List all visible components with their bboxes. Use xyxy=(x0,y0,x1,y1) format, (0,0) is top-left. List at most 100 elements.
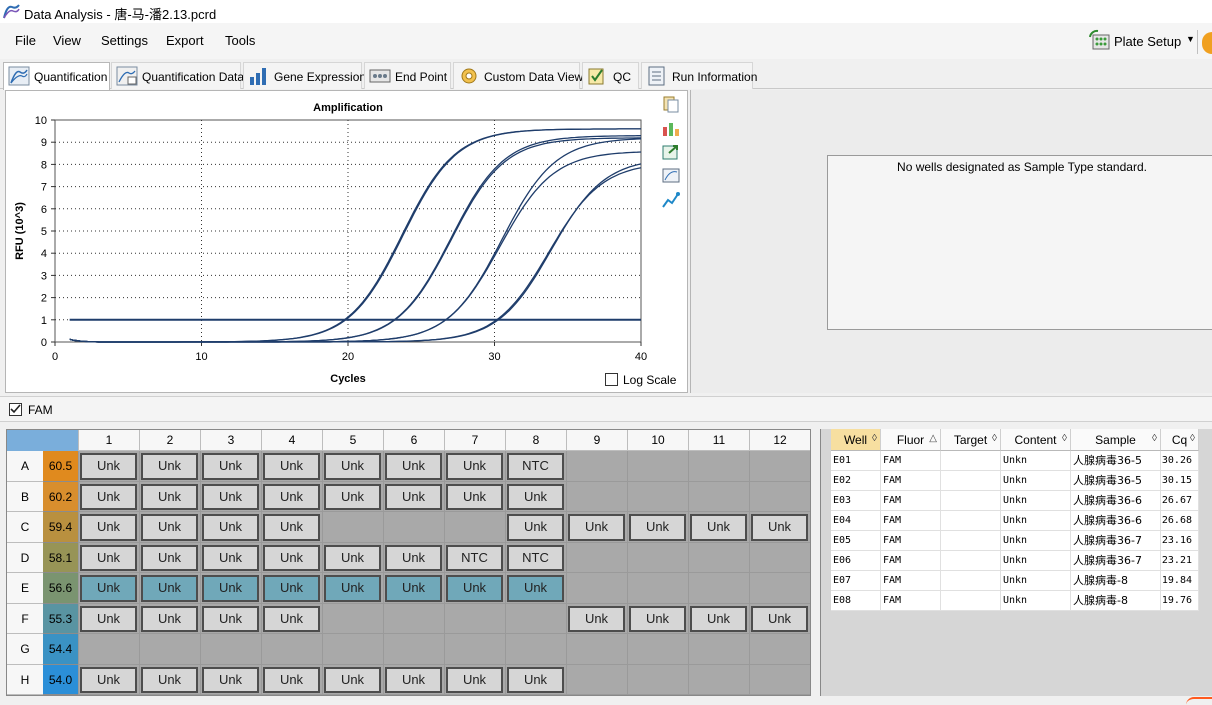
well-slot[interactable] xyxy=(627,634,688,665)
cell-target[interactable] xyxy=(941,551,1001,571)
export-icon[interactable] xyxy=(661,143,681,161)
well-slot[interactable] xyxy=(688,664,749,695)
cell-cq[interactable]: 30.15 xyxy=(1161,471,1199,491)
column-header-sample[interactable]: Sample ◊ xyxy=(1071,429,1161,451)
well-slot[interactable] xyxy=(627,481,688,512)
well-e4[interactable]: Unk xyxy=(263,575,320,602)
well-slot[interactable] xyxy=(383,512,444,543)
menu-view[interactable]: View xyxy=(53,33,81,48)
row-header-f[interactable]: F xyxy=(7,603,43,634)
column-header-6[interactable]: 6 xyxy=(383,430,444,451)
cell-target[interactable] xyxy=(941,531,1001,551)
row-header-d[interactable]: D xyxy=(7,542,43,573)
menu-settings[interactable]: Settings xyxy=(101,33,148,48)
column-header-7[interactable]: 7 xyxy=(444,430,505,451)
well-c2[interactable]: Unk xyxy=(141,514,198,541)
well-slot[interactable] xyxy=(749,451,810,482)
column-header-well[interactable]: Well ◊ xyxy=(831,429,881,451)
well-h4[interactable]: Unk xyxy=(263,666,320,693)
cell-content[interactable]: Unkn xyxy=(1001,451,1071,471)
row-header-g[interactable]: G xyxy=(7,634,43,665)
well-d2[interactable]: Unk xyxy=(141,544,198,571)
column-header-content[interactable]: Content ◊ xyxy=(1001,429,1071,451)
cell-content[interactable]: Unkn xyxy=(1001,471,1071,491)
well-slot[interactable] xyxy=(505,603,566,634)
well-e3[interactable]: Unk xyxy=(202,575,259,602)
row-header-c[interactable]: C xyxy=(7,512,43,543)
well-c4[interactable]: Unk xyxy=(263,514,320,541)
well-slot[interactable] xyxy=(688,451,749,482)
cell-sample[interactable]: 人腺病毒36-7 xyxy=(1071,551,1161,571)
chart-settings-icon[interactable] xyxy=(661,119,681,137)
copy-icon[interactable] xyxy=(661,95,681,113)
row-header-b[interactable]: B xyxy=(7,481,43,512)
well-b3[interactable]: Unk xyxy=(202,483,259,510)
tab-quantification[interactable]: Quantification xyxy=(3,62,110,90)
well-e6[interactable]: Unk xyxy=(385,575,442,602)
well-d8[interactable]: NTC xyxy=(507,544,564,571)
cell-well[interactable]: E06 xyxy=(831,551,881,571)
well-slot[interactable] xyxy=(322,603,383,634)
well-slot[interactable] xyxy=(688,573,749,604)
well-b2[interactable]: Unk xyxy=(141,483,198,510)
well-slot[interactable] xyxy=(78,634,139,665)
cell-well[interactable]: E03 xyxy=(831,491,881,511)
column-header-2[interactable]: 2 xyxy=(139,430,200,451)
well-slot[interactable] xyxy=(566,481,627,512)
well-a2[interactable]: Unk xyxy=(141,453,198,480)
well-f11[interactable]: Unk xyxy=(690,605,747,632)
column-header-cq[interactable]: Cq ◊ xyxy=(1161,429,1199,451)
well-a4[interactable]: Unk xyxy=(263,453,320,480)
cell-target[interactable] xyxy=(941,571,1001,591)
well-f9[interactable]: Unk xyxy=(568,605,625,632)
menu-export[interactable]: Export xyxy=(166,33,204,48)
well-slot[interactable] xyxy=(566,542,627,573)
well-slot[interactable] xyxy=(688,481,749,512)
well-slot[interactable] xyxy=(505,634,566,665)
well-slot[interactable] xyxy=(566,573,627,604)
column-header-11[interactable]: 11 xyxy=(688,430,749,451)
fam-checkbox[interactable] xyxy=(9,403,22,416)
column-header-target[interactable]: Target ◊ xyxy=(941,429,1001,451)
trend-icon[interactable] xyxy=(661,191,681,209)
cell-cq[interactable]: 26.67 xyxy=(1161,491,1199,511)
well-slot[interactable] xyxy=(749,481,810,512)
cell-cq[interactable]: 26.68 xyxy=(1161,511,1199,531)
well-slot[interactable] xyxy=(627,451,688,482)
column-header-5[interactable]: 5 xyxy=(322,430,383,451)
column-header-1[interactable]: 1 xyxy=(78,430,139,451)
well-e2[interactable]: Unk xyxy=(141,575,198,602)
well-slot[interactable] xyxy=(383,634,444,665)
well-a6[interactable]: Unk xyxy=(385,453,442,480)
well-d3[interactable]: Unk xyxy=(202,544,259,571)
cell-fluor[interactable]: FAM xyxy=(881,591,941,611)
well-b6[interactable]: Unk xyxy=(385,483,442,510)
well-d5[interactable]: Unk xyxy=(324,544,381,571)
column-header-4[interactable]: 4 xyxy=(261,430,322,451)
column-header-9[interactable]: 9 xyxy=(566,430,627,451)
well-b1[interactable]: Unk xyxy=(80,483,137,510)
cell-cq[interactable]: 19.84 xyxy=(1161,571,1199,591)
well-c3[interactable]: Unk xyxy=(202,514,259,541)
tab-qc[interactable]: QC xyxy=(582,62,639,89)
row-header-a[interactable]: A xyxy=(7,451,43,482)
well-slot[interactable] xyxy=(749,573,810,604)
cell-well[interactable]: E08 xyxy=(831,591,881,611)
column-header-3[interactable]: 3 xyxy=(200,430,261,451)
well-slot[interactable] xyxy=(322,512,383,543)
cell-fluor[interactable]: FAM xyxy=(881,451,941,471)
well-slot[interactable] xyxy=(261,634,322,665)
well-e5[interactable]: Unk xyxy=(324,575,381,602)
well-slot[interactable] xyxy=(688,634,749,665)
well-slot[interactable] xyxy=(383,603,444,634)
well-slot[interactable] xyxy=(627,664,688,695)
well-f1[interactable]: Unk xyxy=(80,605,137,632)
cell-content[interactable]: Unkn xyxy=(1001,591,1071,611)
well-e7[interactable]: Unk xyxy=(446,575,503,602)
well-slot[interactable] xyxy=(749,664,810,695)
well-c12[interactable]: Unk xyxy=(751,514,808,541)
tab-run-information[interactable]: Run Information xyxy=(641,62,757,89)
well-f12[interactable]: Unk xyxy=(751,605,808,632)
cell-sample[interactable]: 人腺病毒36-6 xyxy=(1071,491,1161,511)
well-e8[interactable]: Unk xyxy=(507,575,564,602)
